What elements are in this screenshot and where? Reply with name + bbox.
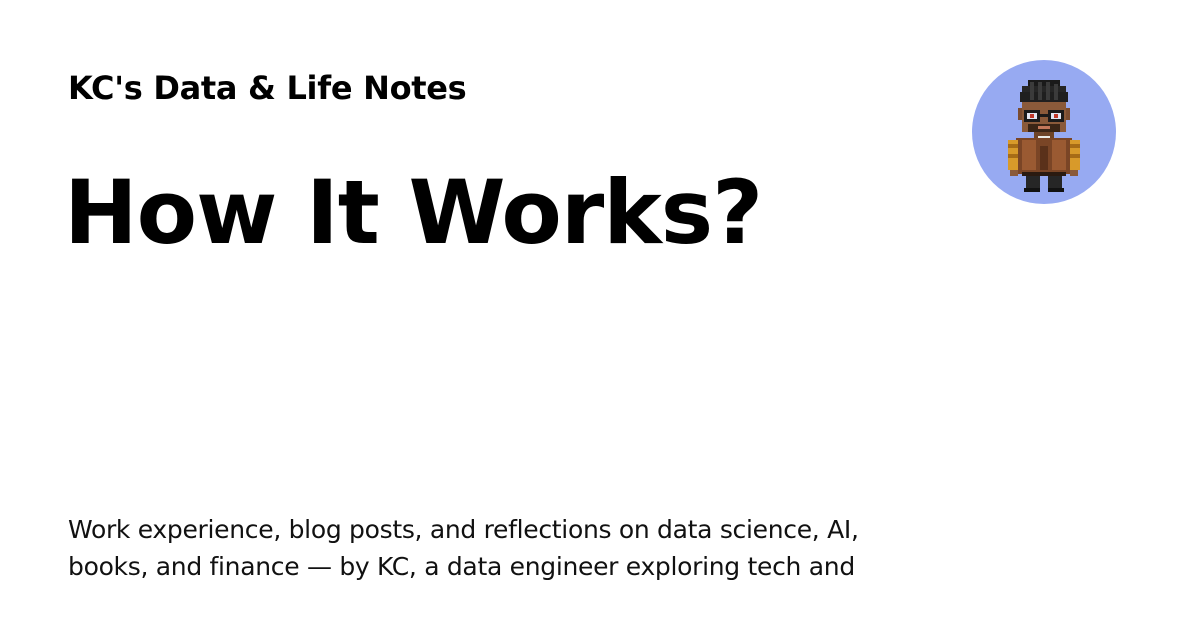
avatar — [972, 60, 1116, 204]
site-title: KC's Data & Life Notes — [68, 69, 467, 107]
pixel-avatar-icon — [1008, 80, 1080, 192]
page-description: Work experience, blog posts, and reflect… — [68, 515, 859, 581]
page-title: How It Works? — [64, 161, 763, 264]
